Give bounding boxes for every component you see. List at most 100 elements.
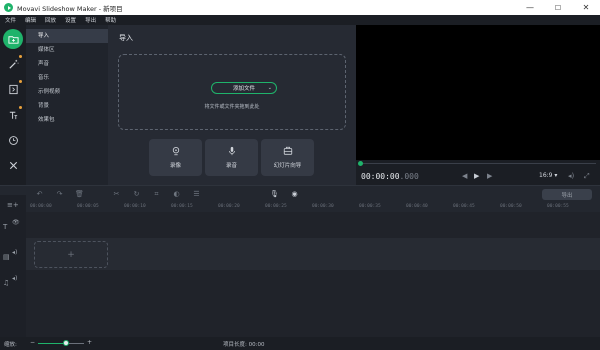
crop-icon[interactable]: ⌗ <box>152 190 161 199</box>
ruler-tick: 00:00:30 <box>312 204 334 209</box>
menu-file[interactable]: 文件 <box>5 16 16 24</box>
music-track-icon: ♫ <box>3 279 10 287</box>
category-effect-packs[interactable]: 效果包 <box>26 113 108 127</box>
ruler-tick: 00:00:10 <box>124 204 146 209</box>
next-frame-icon[interactable]: ▶ <box>487 172 492 180</box>
stickers-tool-button[interactable] <box>3 130 23 150</box>
new-badge-dot <box>19 55 22 58</box>
delete-icon[interactable]: 🗑 <box>75 190 84 199</box>
chevron-down-icon: ▾ <box>554 172 558 179</box>
category-media-bin[interactable]: 媒体区 <box>26 43 108 57</box>
transition-icon <box>8 84 18 94</box>
add-media-placeholder[interactable]: + <box>34 241 108 268</box>
scrubber-handle[interactable] <box>358 161 363 166</box>
status-bar: 缩放: − + 项目长度: 00:00 <box>0 337 600 350</box>
menu-bar: 文件 编辑 回放 设置 导出 帮助 <box>0 15 600 25</box>
magic-wand-icon <box>8 59 19 69</box>
undo-icon[interactable]: ↶ <box>35 190 44 199</box>
drop-zone[interactable]: 添加文件 ⌄ 将文件或文件夹拖到此处 <box>118 54 346 130</box>
slideshow-wizard-button[interactable]: 幻灯片向导 <box>261 139 314 176</box>
ruler-tick: 00:00:20 <box>218 204 240 209</box>
record-video-button[interactable]: 录像 <box>149 139 202 176</box>
record-audio-button[interactable]: 录音 <box>205 139 258 176</box>
volume-icon[interactable]: ◂) <box>568 172 574 180</box>
text-icon <box>9 111 17 119</box>
import-panel: 导入 添加文件 ⌄ 将文件或文件夹拖到此处 录像 录音 幻灯片向导 <box>108 25 356 185</box>
drop-hint-text: 将文件或文件夹拖到此处 <box>204 104 260 110</box>
magic-wand-tool-button[interactable] <box>3 54 23 74</box>
minimize-button[interactable]: — <box>516 0 544 15</box>
maximize-button[interactable]: ☐ <box>544 0 572 15</box>
export-button[interactable]: 导出 <box>542 189 592 200</box>
play-icon[interactable]: ▶ <box>474 172 479 180</box>
player-controls: 00:00:00.000 ◀ ▶ ▶ 16:9 ▾ ◂) ⤢ <box>356 160 600 185</box>
menu-export[interactable]: 导出 <box>85 16 96 24</box>
mute-icon[interactable]: ◂) <box>12 275 17 282</box>
new-badge-dot <box>19 80 22 83</box>
category-import[interactable]: 导入 <box>26 29 108 43</box>
category-music[interactable]: 音乐 <box>26 71 108 85</box>
fullscreen-icon[interactable]: ⤢ <box>584 172 590 181</box>
rotate-icon[interactable]: ↻ <box>132 190 141 199</box>
webcam-icon <box>172 147 179 156</box>
titles-tool-button[interactable] <box>3 105 23 125</box>
more-tools-button[interactable] <box>3 155 23 175</box>
timecode-display: 00:00:00.000 <box>361 172 419 181</box>
preview-scrubber[interactable] <box>360 163 596 164</box>
zoom-out-icon[interactable]: − <box>30 339 35 346</box>
aspect-ratio-value: 16:9 <box>539 172 553 179</box>
zoom-label: 缩放: <box>4 342 17 348</box>
wizard-icon <box>283 146 292 155</box>
title-track[interactable] <box>26 212 600 238</box>
add-files-button[interactable]: 添加文件 ⌄ <box>211 82 277 94</box>
clip-properties-icon[interactable]: ☰ <box>192 190 201 199</box>
title-bar: Movavi Slideshow Maker - 新项目 — ☐ ✕ <box>0 0 600 15</box>
microphone-icon <box>228 146 235 156</box>
menu-help[interactable]: 帮助 <box>105 16 116 24</box>
microphone-icon[interactable]: 🎙 <box>270 190 279 199</box>
clock-icon <box>8 135 18 145</box>
timeline-toolbar: ↶ ↷ 🗑 ✂ ↻ ⌗ ◐ ☰ 🎙 ◉ 导出 <box>0 185 600 202</box>
visibility-icon[interactable]: 👁 <box>12 219 20 226</box>
title-track-icon: T <box>3 223 8 231</box>
zoom-in-icon[interactable]: + <box>87 339 92 346</box>
panel-title: 导入 <box>119 34 133 42</box>
ruler-tick: 00:00:15 <box>171 204 193 209</box>
timecode-ms: .000 <box>399 172 419 181</box>
color-adjust-icon[interactable]: ◐ <box>172 190 181 199</box>
aspect-ratio-select[interactable]: 16:9 ▾ <box>539 172 557 179</box>
video-track[interactable]: + <box>26 238 600 270</box>
zoom-slider-handle[interactable] <box>62 340 69 346</box>
record-video-label: 录像 <box>169 163 181 169</box>
redo-icon[interactable]: ↷ <box>55 190 64 199</box>
close-button[interactable]: ✕ <box>572 0 600 15</box>
import-tool-button[interactable] <box>3 29 23 49</box>
add-files-label: 添加文件 <box>232 86 255 92</box>
window-title: Movavi Slideshow Maker - 新项目 <box>17 4 123 13</box>
ruler-tick: 00:00:00 <box>30 204 52 209</box>
mute-icon[interactable]: ◂) <box>12 249 17 256</box>
previous-frame-icon[interactable]: ◀ <box>462 172 467 180</box>
record-audio-label: 录音 <box>225 163 237 169</box>
menu-playback[interactable]: 回放 <box>45 16 56 24</box>
ruler-tick: 00:00:35 <box>359 204 381 209</box>
add-track-icon[interactable]: ≡+ <box>7 201 19 209</box>
cut-icon[interactable]: ✂ <box>112 190 121 199</box>
chevron-down-icon: ⌄ <box>267 85 272 91</box>
menu-settings[interactable]: 设置 <box>65 16 76 24</box>
transitions-tool-button[interactable] <box>3 79 23 99</box>
tool-rail <box>0 25 26 185</box>
ruler-tick: 00:00:50 <box>500 204 522 209</box>
tools-icon <box>9 161 17 169</box>
category-backgrounds[interactable]: 背景 <box>26 99 108 113</box>
music-track[interactable] <box>26 270 600 337</box>
ruler-tick: 00:00:40 <box>406 204 428 209</box>
timeline-ruler[interactable]: 00:00:00 00:00:05 00:00:10 00:00:15 00:0… <box>26 202 600 212</box>
category-sounds[interactable]: 声音 <box>26 57 108 71</box>
webcam-icon[interactable]: ◉ <box>290 190 299 199</box>
preview-player[interactable] <box>356 25 600 160</box>
menu-edit[interactable]: 编辑 <box>25 16 36 24</box>
category-sample-videos[interactable]: 示例视频 <box>26 85 108 99</box>
ruler-tick: 00:00:55 <box>547 204 569 209</box>
zoom-slider-fill <box>38 343 66 344</box>
